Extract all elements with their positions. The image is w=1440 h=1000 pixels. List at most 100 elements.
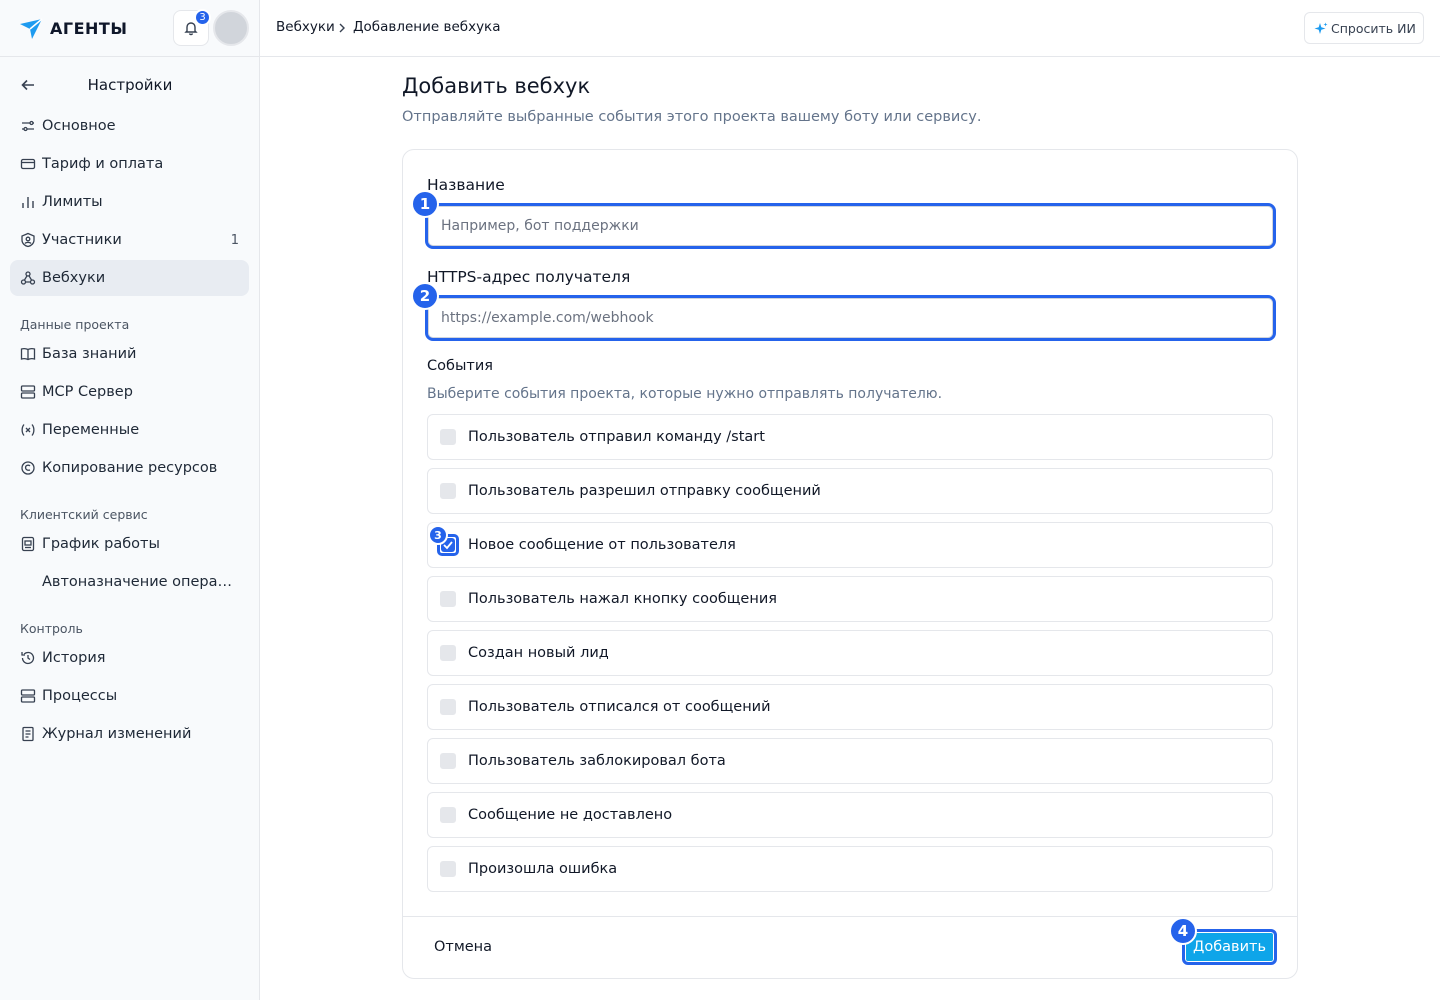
sidebar-item-members[interactable]: Участники 1 xyxy=(10,222,249,258)
sidebar-title: Настройки xyxy=(87,76,173,94)
card-footer-divider xyxy=(403,916,1297,917)
event-checkbox[interactable] xyxy=(440,753,456,769)
event-checkbox[interactable] xyxy=(440,861,456,877)
event-checkbox[interactable] xyxy=(440,591,456,607)
sidebar-item-label: Лимиты xyxy=(42,194,103,210)
event-label: Пользователь нажал кнопку сообщения xyxy=(468,591,777,607)
ask-ai-label: Спросить ИИ xyxy=(1331,20,1416,36)
sidebar-section-title: Данные проекта xyxy=(20,317,130,332)
url-label: HTTPS-адрес получателя xyxy=(427,268,631,286)
sidebar-item-label: Автоназначение операторов xyxy=(42,574,237,590)
copy-icon xyxy=(21,461,35,475)
page-title: Добавить вебхук xyxy=(402,74,591,98)
events-subtitle: Выберите события проекта, которые нужно … xyxy=(427,386,943,402)
sidebar-item-copy-resources[interactable]: Копирование ресурсов xyxy=(10,450,249,486)
annotation-badge: 2 xyxy=(411,282,439,310)
event-label: Создан новый лид xyxy=(468,645,609,661)
annotation-badge: 3 xyxy=(428,525,448,545)
name-input[interactable] xyxy=(425,203,1276,249)
members-count: 1 xyxy=(230,232,239,248)
sidebar-item-auto-assign[interactable]: Автоназначение операторов xyxy=(10,564,249,600)
avatar[interactable] xyxy=(213,10,249,46)
event-checkbox[interactable] xyxy=(440,483,456,499)
sidebar-item-label: Переменные xyxy=(42,422,140,438)
event-option[interactable]: Пользователь отписался от сообщений xyxy=(427,684,1273,730)
sidebar-item-webhooks[interactable]: Вебхуки xyxy=(10,260,249,296)
event-checkbox[interactable] xyxy=(440,645,456,661)
event-checkbox[interactable] xyxy=(440,699,456,715)
chevron-right-icon xyxy=(339,23,345,33)
credit-card-icon xyxy=(20,158,36,170)
sidebar-item-label: MCP Сервер xyxy=(42,384,133,400)
sidebar-item-label: График работы xyxy=(42,536,160,552)
sidebar-item-label: История xyxy=(42,650,106,666)
event-label: Пользователь отписался от сообщений xyxy=(468,699,771,715)
sidebar-item-label: Процессы xyxy=(42,688,118,704)
sidebar-item-limits[interactable]: Лимиты xyxy=(10,184,249,220)
user-shield-icon xyxy=(21,232,35,248)
annotation-badge: 1 xyxy=(411,190,439,218)
breadcrumb-current: Добавление вебхука xyxy=(353,19,501,35)
sidebar-item-general[interactable]: Основное xyxy=(10,108,249,144)
event-option[interactable]: Создан новый лид xyxy=(427,630,1273,676)
book-icon xyxy=(20,348,36,361)
event-label: Пользователь отправил команду /start xyxy=(468,429,765,445)
sidebar-item-billing[interactable]: Тариф и оплата xyxy=(10,146,249,182)
event-label: Новое сообщение от пользователя xyxy=(468,537,736,553)
event-option[interactable]: Пользователь заблокировал бота xyxy=(427,738,1273,784)
events-title: События xyxy=(427,358,493,374)
event-option[interactable]: Новое сообщение от пользователя xyxy=(427,522,1273,568)
sidebar-item-history[interactable]: История xyxy=(10,640,249,676)
event-option[interactable]: Сообщение не доставлено xyxy=(427,792,1273,838)
sidebar-item-label: Журнал изменений xyxy=(42,726,192,742)
event-checkbox[interactable] xyxy=(440,429,456,445)
sidebar-item-label: Копирование ресурсов xyxy=(42,460,218,476)
event-option[interactable]: Пользователь разрешил отправку сообщений xyxy=(427,468,1273,514)
sidebar-section-title: Контроль xyxy=(20,621,83,636)
history-icon xyxy=(21,651,35,665)
sidebar-item-label: Основное xyxy=(42,118,116,134)
calendar-icon xyxy=(21,536,35,552)
name-label: Название xyxy=(427,176,505,194)
event-label: Пользователь заблокировал бота xyxy=(468,753,726,769)
event-checkbox[interactable] xyxy=(440,807,456,823)
annotation-badge: 4 xyxy=(1169,917,1197,945)
server-icon xyxy=(20,385,36,399)
sidebar-item-label: Тариф и оплата xyxy=(42,156,164,172)
sidebar-header: АГЕНТЫ 3 xyxy=(0,0,259,57)
sidebar-item-mcp-server[interactable]: MCP Сервер xyxy=(10,374,249,410)
bar-chart-icon xyxy=(22,197,34,208)
log-icon xyxy=(22,726,34,742)
back-arrow-icon[interactable] xyxy=(19,76,37,94)
event-option[interactable]: Пользователь отправил команду /start xyxy=(427,414,1273,460)
sidebar-section-title: Клиентский сервис xyxy=(20,507,148,522)
event-option[interactable]: Пользователь нажал кнопку сообщения xyxy=(427,576,1273,622)
page-subtitle: Отправляйте выбранные события этого прое… xyxy=(402,109,982,125)
sidebar-item-schedule[interactable]: График работы xyxy=(10,526,249,562)
sidebar-title-row: Настройки xyxy=(0,66,260,104)
event-label: Сообщение не доставлено xyxy=(468,807,673,823)
variable-icon xyxy=(21,424,35,436)
logo-text: АГЕНТЫ xyxy=(50,18,128,38)
sidebar-item-processes[interactable]: Процессы xyxy=(10,678,249,714)
topbar: Вебхуки Добавление вебхука Спросить ИИ xyxy=(260,0,1440,57)
sidebar-item-label: Вебхуки xyxy=(42,270,106,286)
sliders-icon xyxy=(22,120,34,132)
breadcrumb-webhooks[interactable]: Вебхуки xyxy=(276,19,335,35)
event-label: Произошла ошибка xyxy=(468,861,618,877)
url-input[interactable] xyxy=(425,295,1276,341)
sidebar-item-changelog[interactable]: Журнал изменений xyxy=(10,716,249,752)
cancel-button[interactable]: Отмена xyxy=(427,932,499,962)
webhook-icon xyxy=(20,271,36,285)
sidebar-item-label: Участники xyxy=(42,232,122,248)
sidebar-item-knowledge-base[interactable]: База знаний xyxy=(10,336,249,372)
event-option[interactable]: Произошла ошибка xyxy=(427,846,1273,892)
logo-icon xyxy=(20,18,43,39)
sidebar-item-variables[interactable]: Переменные xyxy=(10,412,249,448)
event-label: Пользователь разрешил отправку сообщений xyxy=(468,483,821,499)
sidebar: АГЕНТЫ 3 Настройки Основное Тариф и опла… xyxy=(0,0,260,1000)
notifications-badge: 3 xyxy=(194,9,211,26)
sparkle-icon xyxy=(1314,22,1328,34)
ask-ai-button[interactable]: Спросить ИИ xyxy=(1304,12,1424,44)
layers-icon xyxy=(20,689,36,703)
